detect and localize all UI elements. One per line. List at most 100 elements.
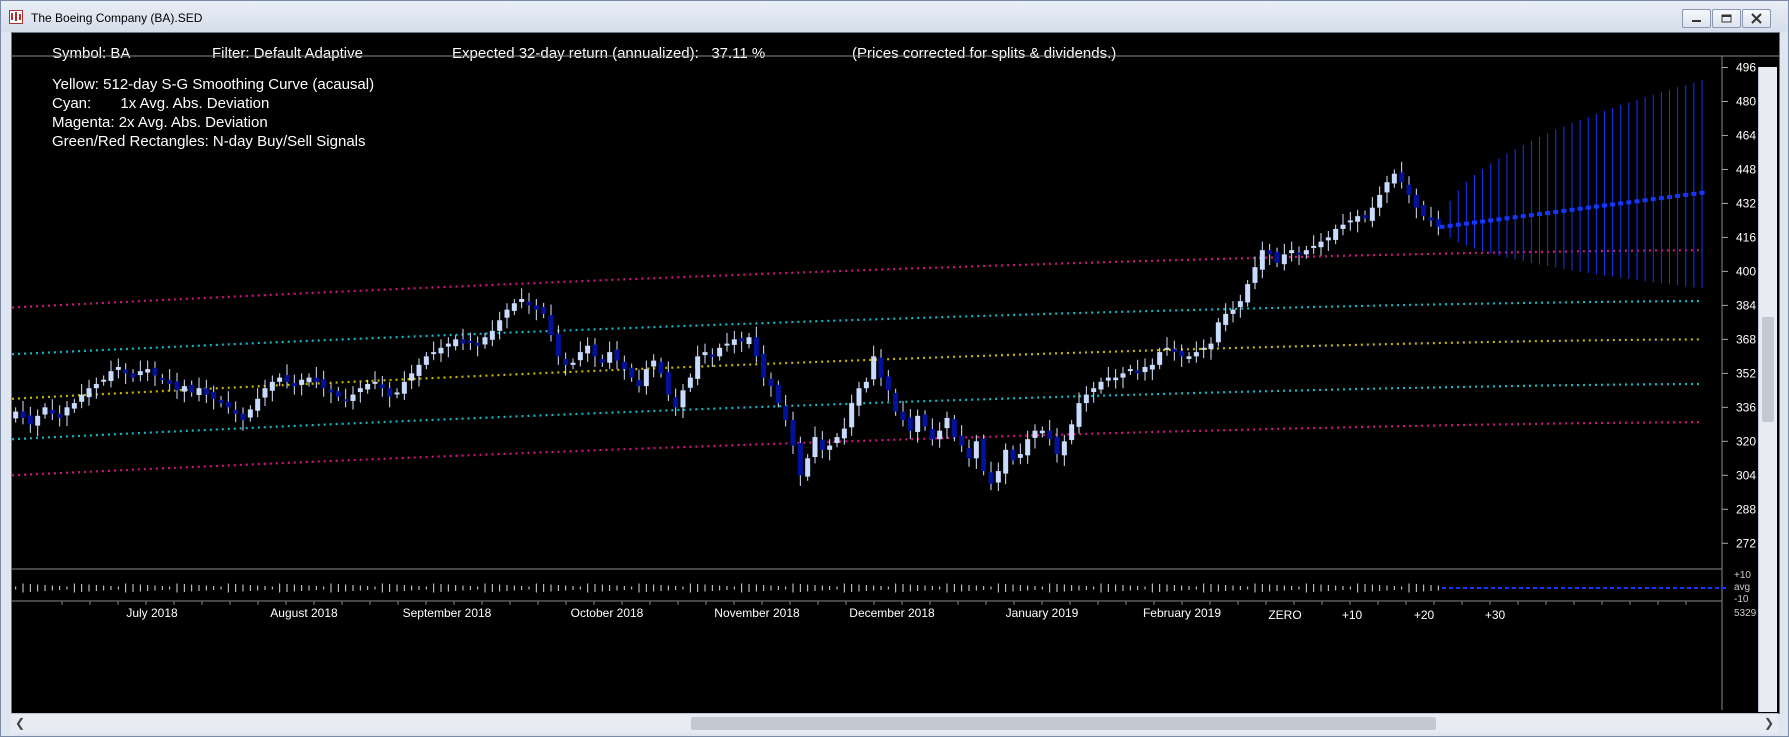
candle-body [849, 403, 855, 428]
y-tick-label: 496 [1736, 60, 1756, 74]
candle-body [1274, 251, 1280, 263]
candle-body [1179, 350, 1185, 357]
candle-body [1281, 254, 1287, 265]
candle-body [702, 352, 708, 356]
candle-body [1061, 441, 1067, 456]
candle-body [1032, 430, 1038, 438]
candle-body [1347, 220, 1353, 223]
candle-body [269, 381, 275, 391]
forecast-point [1683, 192, 1689, 197]
y-tick-label: 464 [1736, 128, 1756, 142]
candle-body [1391, 173, 1397, 184]
y-tick-label: 480 [1736, 94, 1756, 108]
candle-body [973, 441, 979, 459]
candle-body [753, 337, 759, 357]
candle-body [827, 445, 833, 450]
candle-body [1369, 207, 1375, 221]
candle-body [299, 379, 305, 385]
candle-body [57, 413, 63, 418]
candle-body [695, 356, 701, 379]
candle-body [1098, 381, 1104, 390]
horizontal-scrollbar[interactable]: ❮ ❯ [11, 713, 1778, 733]
horizontal-scroll-thumb[interactable] [691, 717, 1436, 730]
candle-body [42, 407, 48, 415]
candle-body [636, 380, 642, 387]
candle-body [981, 438, 987, 472]
oscillator-label: +10 [1734, 570, 1751, 581]
candle-body [504, 309, 510, 318]
candle-body [196, 388, 202, 396]
minimize-icon [1692, 20, 1701, 22]
chart-panel: Symbol: BA Filter: Default Adaptive Expe… [11, 32, 1780, 714]
vertical-scrollbar[interactable] [1758, 67, 1777, 712]
legend-yellow: Yellow: 512-day S-G Smoothing Curve (aca… [52, 76, 375, 93]
forecast-point [1699, 190, 1705, 195]
oscillator-label: avg [1734, 582, 1750, 593]
candle-body [1025, 439, 1031, 456]
y-tick-label: 320 [1736, 434, 1756, 448]
vertical-scroll-thumb[interactable] [1762, 317, 1774, 422]
scroll-left-icon[interactable]: ❮ [13, 716, 27, 730]
candle-body [174, 381, 180, 391]
forecast-point [1504, 216, 1510, 221]
forecast-point [1561, 208, 1567, 213]
application-window: The Boeing Company (BA).SED Symbol: BA F… [0, 0, 1789, 737]
forecast-point [1577, 206, 1583, 211]
candle-body [1010, 449, 1016, 461]
candle-body [291, 383, 297, 387]
candle-body [1428, 217, 1434, 221]
candle-body [1421, 205, 1427, 217]
forecast-point [1528, 213, 1534, 218]
candle-body [915, 415, 921, 432]
candle-body [1223, 313, 1229, 325]
forecast-point [1602, 203, 1607, 208]
candle-body [944, 417, 950, 429]
x-axis-label: November 2018 [714, 606, 800, 620]
candle-body [1208, 343, 1214, 350]
forecast-point [1447, 223, 1453, 228]
candle-body [1311, 245, 1317, 248]
x-axis-label: January 2019 [1006, 606, 1079, 620]
y-tick-label: 288 [1736, 502, 1756, 516]
candle-body [1355, 216, 1361, 222]
forecast-point [1691, 191, 1697, 196]
forecast-point [1537, 212, 1542, 217]
maximize-button[interactable] [1712, 9, 1741, 28]
x-axis-label: October 2018 [571, 606, 644, 620]
candle-body [1201, 347, 1207, 350]
candle-body [1135, 370, 1141, 374]
dev2-lower-band [12, 421, 1703, 477]
candle-body [519, 299, 525, 302]
candle-body [856, 388, 862, 406]
candle-body [284, 375, 290, 382]
scroll-right-icon[interactable]: ❯ [1762, 716, 1776, 730]
candle-body [233, 409, 239, 414]
candle-body [841, 428, 847, 439]
candle-body [247, 409, 253, 418]
candle-body [1399, 172, 1405, 183]
y-tick-label: 384 [1736, 298, 1756, 312]
candle-body [863, 381, 869, 389]
candle-body [475, 342, 481, 346]
candle-body [1289, 250, 1295, 254]
forecast-point [1658, 196, 1664, 201]
y-tick-label: 416 [1736, 230, 1756, 244]
x-axis-label: August 2018 [270, 606, 338, 620]
candle-body [1296, 252, 1302, 255]
forecast-point [1675, 193, 1681, 198]
candle-body [438, 347, 444, 354]
forecast-point [1585, 205, 1591, 210]
minimize-button[interactable] [1682, 9, 1711, 28]
candle-body [1303, 250, 1309, 255]
candle-body [1076, 403, 1082, 427]
candle-body [1054, 436, 1060, 455]
candle-body [431, 352, 437, 355]
candle-body [1039, 430, 1045, 434]
close-icon [1751, 13, 1762, 24]
candle-body [812, 437, 818, 458]
title-bar[interactable]: The Boeing Company (BA).SED [1, 1, 1788, 32]
close-button[interactable] [1742, 9, 1771, 28]
forecast-point [1642, 198, 1648, 203]
forecast-point [1455, 222, 1461, 227]
candle-body [240, 413, 246, 421]
